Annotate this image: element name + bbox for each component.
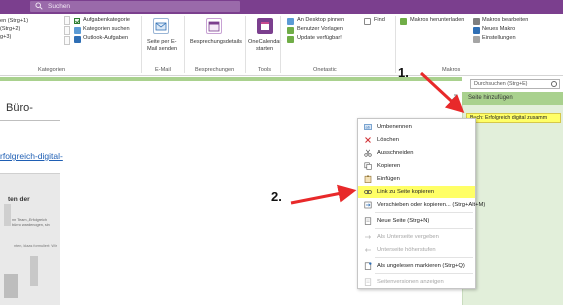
arrow-to-copy-link [290, 184, 357, 205]
annotation-arrows [290, 71, 465, 205]
arrow-to-selected-page [419, 71, 465, 114]
